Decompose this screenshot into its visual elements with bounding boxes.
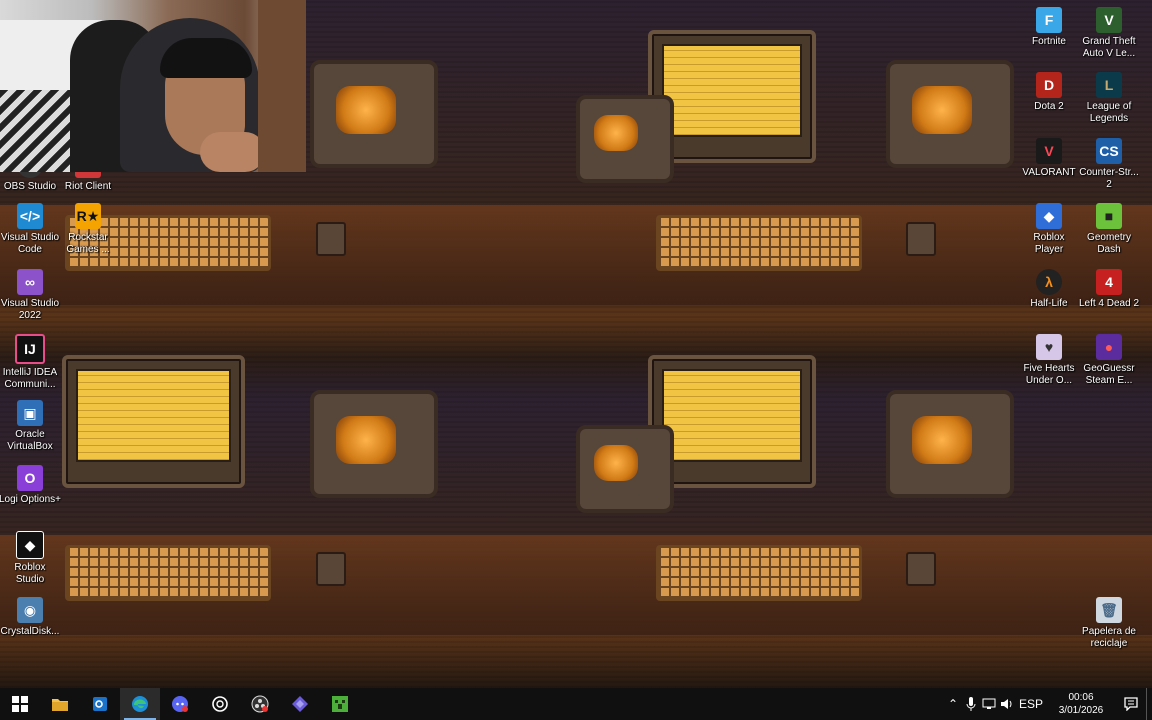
desktop-icon-crystaldisk[interactable]: ◉ CrystalDisk... [0, 595, 60, 659]
clock-date: 3/01/2026 [1058, 705, 1104, 716]
taskbar: ⌃ ESP 00:06 3/01/2026 [0, 688, 1152, 720]
desktop-icon-roblox-studio[interactable]: ◆ Roblox Studio [0, 529, 60, 593]
edge-icon [132, 696, 148, 712]
webcam-overlay [0, 0, 306, 172]
taskbar-visual-studio[interactable] [280, 688, 320, 720]
wallpaper-mug [906, 552, 936, 586]
wallpaper-keyboard [656, 215, 862, 271]
wallpaper-terminal [62, 355, 245, 488]
recycle-bin-icon: 🗑 [1096, 597, 1122, 623]
wallpaper-crt [310, 60, 438, 168]
notification-icon [1124, 697, 1138, 711]
desktop-icon-geoguessr[interactable]: ● GeoGuessr Steam E... [1079, 332, 1139, 396]
show-hidden-icons-button[interactable]: ⌃ [944, 688, 962, 720]
chatgpt-icon [212, 696, 228, 712]
desktop-icon-logi-options[interactable]: O Logi Options+ [0, 463, 61, 527]
system-tray: ⌃ ESP 00:06 3/01/2026 [944, 688, 1152, 720]
logi-icon: O [17, 465, 43, 491]
wallpaper-crt [576, 425, 674, 513]
lol-icon: L [1096, 72, 1122, 98]
microphone-icon[interactable] [962, 688, 980, 720]
taskbar-edge[interactable] [120, 688, 160, 720]
half-life-icon: λ [1036, 269, 1062, 295]
wallpaper-keyboard [656, 545, 862, 601]
taskbar-outlook[interactable] [80, 688, 120, 720]
taskbar-obs[interactable] [240, 688, 280, 720]
obs-taskbar-icon [251, 695, 269, 713]
desktop-icon-geometry-dash[interactable]: ■ Geometry Dash [1079, 201, 1139, 265]
wallpaper-mug [316, 222, 346, 256]
desktop-icon-visual-studio[interactable]: ∞ Visual Studio 2022 [0, 267, 60, 331]
desktop-icon-vscode[interactable]: </> Visual Studio Code [0, 201, 60, 265]
crystaldisk-icon: ◉ [17, 597, 43, 623]
outlook-icon [93, 697, 107, 711]
fortnite-icon: F [1036, 7, 1062, 33]
visual-studio-icon: ∞ [17, 269, 43, 295]
virtualbox-icon: ▣ [17, 400, 43, 426]
desktop-icon-rockstar[interactable]: R★ Rockstar Games ... [58, 201, 118, 265]
clock-time: 00:06 [1068, 692, 1094, 703]
desktop-icon-roblox[interactable]: ◆ Roblox Player [1019, 201, 1079, 265]
wallpaper-crt [886, 60, 1014, 168]
wallpaper-mug [906, 222, 936, 256]
geoguessr-icon: ● [1096, 334, 1122, 360]
show-desktop-button[interactable] [1146, 688, 1152, 720]
start-icon [12, 696, 28, 712]
desktop-icon-valorant[interactable]: V VALORANT [1019, 136, 1079, 200]
taskbar-discord[interactable] [160, 688, 200, 720]
rockstar-icon: R★ [75, 203, 101, 229]
desktop-icon-recycle-bin[interactable]: 🗑 Papelera de reciclaje [1079, 595, 1139, 659]
desktop-icon-fortnite[interactable]: F Fortnite [1019, 5, 1079, 69]
visual-studio-taskbar-icon [292, 696, 308, 712]
network-icon[interactable] [980, 688, 998, 720]
left4dead-icon: 4 [1096, 269, 1122, 295]
desktop-icon-counter-strike[interactable]: CS Counter-Str... 2 [1079, 136, 1139, 200]
minecraft-icon [332, 696, 348, 712]
desktop-icon-left4dead[interactable]: 4 Left 4 Dead 2 [1079, 267, 1139, 331]
notification-center-button[interactable] [1116, 688, 1146, 720]
dota2-icon: D [1036, 72, 1062, 98]
volume-icon[interactable] [998, 688, 1016, 720]
wallpaper-crt [310, 390, 438, 498]
gta-v-icon: V [1096, 7, 1122, 33]
file-explorer-icon [52, 699, 68, 711]
valorant-icon: V [1036, 138, 1062, 164]
taskbar-minecraft[interactable] [320, 688, 360, 720]
five-hearts-icon: ♥ [1036, 334, 1062, 360]
counter-strike-icon: CS [1096, 138, 1122, 164]
chevron-up-icon: ⌃ [947, 697, 959, 711]
roblox-icon: ◆ [1036, 203, 1062, 229]
desktop-icon-lol[interactable]: L League of Legends [1079, 70, 1139, 134]
language-indicator[interactable]: ESP [1016, 688, 1046, 720]
taskbar-file-explorer[interactable] [40, 688, 80, 720]
geometry-dash-icon: ■ [1096, 203, 1122, 229]
wallpaper-tile [0, 330, 576, 660]
desktop-icon-intellij[interactable]: IJ IntelliJ IDEA Communi... [0, 332, 60, 396]
wallpaper-crt [886, 390, 1014, 498]
start-button[interactable] [0, 688, 40, 720]
wallpaper-mug [316, 552, 346, 586]
taskbar-chatgpt[interactable] [200, 688, 240, 720]
wallpaper-keyboard [65, 545, 271, 601]
desktop-icon-gta-v[interactable]: V Grand Theft Auto V Le... [1079, 5, 1139, 69]
desktop-icon-virtualbox[interactable]: ▣ Oracle VirtualBox [0, 398, 60, 462]
desktop-icon-half-life[interactable]: λ Half-Life [1019, 267, 1079, 331]
vscode-icon: </> [17, 203, 43, 229]
intellij-icon: IJ [15, 334, 45, 364]
desktop-icon-dota2[interactable]: D Dota 2 [1019, 70, 1079, 134]
clock[interactable]: 00:06 3/01/2026 [1046, 691, 1116, 717]
discord-icon [172, 696, 188, 712]
roblox-studio-icon: ◆ [16, 531, 44, 559]
wallpaper-crt [576, 95, 674, 183]
desktop-icon-five-hearts[interactable]: ♥ Five Hearts Under O... [1019, 332, 1079, 396]
